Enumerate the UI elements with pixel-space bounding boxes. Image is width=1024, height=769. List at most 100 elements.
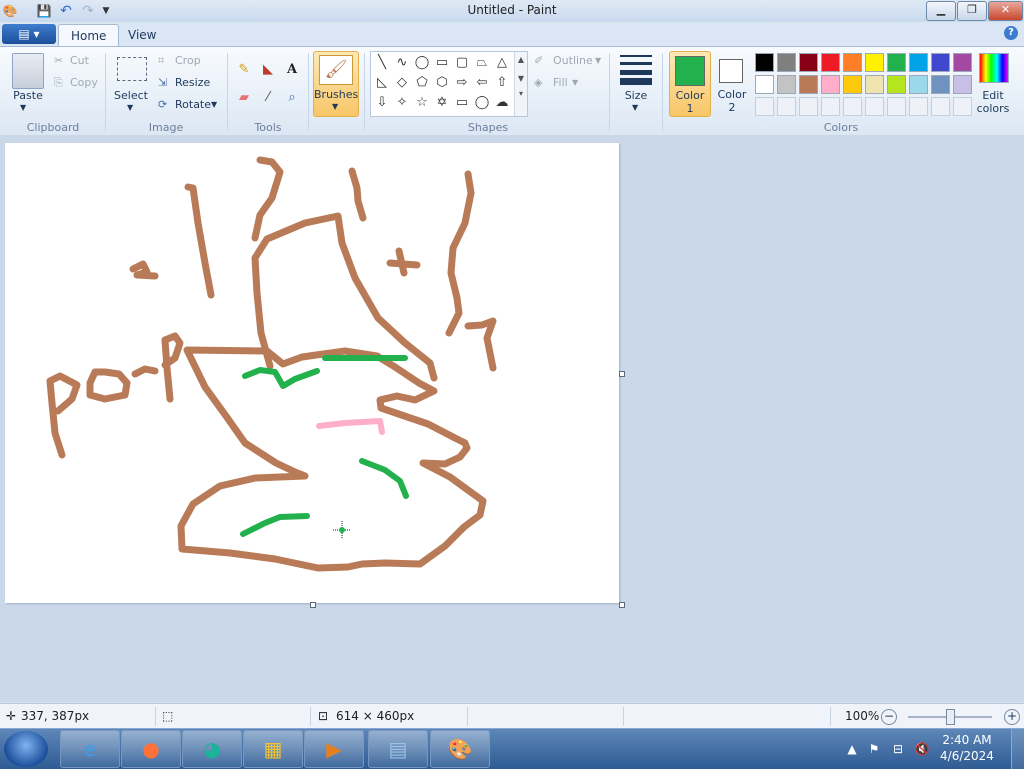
media-player-icon[interactable]: ▶ (304, 730, 364, 768)
copy-button[interactable]: Copy (70, 74, 98, 92)
palette-swatch[interactable] (799, 53, 818, 72)
palette-swatch[interactable] (821, 53, 840, 72)
palette-swatch[interactable] (931, 53, 950, 72)
size-button[interactable]: Size (618, 89, 654, 102)
four-point-star-shape-icon[interactable]: ✧ (393, 94, 411, 112)
up-arrow-shape-icon[interactable]: ⇧ (493, 74, 511, 92)
resize-button[interactable]: Resize (175, 74, 210, 92)
notepad-icon[interactable]: ▤ (368, 730, 428, 768)
palette-custom-slot[interactable] (953, 97, 972, 116)
magnifier-icon[interactable]: ⌕ (281, 87, 303, 109)
palette-custom-slot[interactable] (931, 97, 950, 116)
fill-bucket-icon[interactable]: ◣ (257, 59, 279, 81)
rounded-callout-shape-icon[interactable]: ▭ (453, 94, 471, 112)
palette-swatch[interactable] (953, 53, 972, 72)
right-arrow-shape-icon[interactable]: ⇨ (453, 74, 471, 92)
shapes-gallery[interactable]: ╲ ∿ ◯ ▭ ▢ ⏢ △ ◺ ◇ ⬠ ⬡ ⇨ ⇦ ⇧ ⇩ ✧ ☆ ✡ ▭ ◯ … (370, 51, 528, 117)
palette-swatch[interactable] (931, 75, 950, 94)
zoom-in-button[interactable]: + (1004, 709, 1020, 725)
left-arrow-shape-icon[interactable]: ⇦ (473, 74, 491, 92)
edit-colors-icon[interactable] (979, 53, 1009, 83)
crop-button[interactable]: Crop (175, 52, 201, 70)
cut-button[interactable]: Cut (70, 52, 89, 70)
five-point-star-shape-icon[interactable]: ☆ (413, 94, 431, 112)
pencil-icon[interactable]: ✎ (233, 59, 255, 81)
paste-button[interactable]: Paste (10, 89, 46, 102)
palette-swatch[interactable] (843, 75, 862, 94)
diamond-shape-icon[interactable]: ◇ (393, 74, 411, 92)
palette-swatch[interactable] (887, 75, 906, 94)
paste-icon[interactable] (12, 53, 44, 89)
palette-custom-slot[interactable] (887, 97, 906, 116)
cloud-callout-shape-icon[interactable]: ☁ (493, 94, 511, 112)
palette-swatch[interactable] (909, 75, 928, 94)
paint-menu-button[interactable]: ▤ ▾ (2, 24, 56, 44)
palette-swatch[interactable] (755, 53, 774, 72)
select-button[interactable]: Select (112, 89, 150, 102)
outline-dropdown-icon[interactable]: ▼ (595, 52, 601, 70)
line-shape-icon[interactable]: ╲ (373, 54, 391, 72)
internet-explorer-icon[interactable]: e (60, 730, 120, 768)
size-dropdown-icon[interactable]: ▼ (632, 103, 638, 112)
color-picker-icon[interactable]: ⁄ (257, 87, 279, 109)
palette-custom-slot[interactable] (909, 97, 928, 116)
palette-swatch[interactable] (843, 53, 862, 72)
palette-custom-slot[interactable] (865, 97, 884, 116)
zoom-out-button[interactable]: − (881, 709, 897, 725)
triangle-shape-icon[interactable]: △ (493, 54, 511, 72)
oval-callout-shape-icon[interactable]: ◯ (473, 94, 491, 112)
oval-shape-icon[interactable]: ◯ (413, 54, 431, 72)
help-icon[interactable]: ? (1004, 26, 1018, 40)
shapes-scrollbar[interactable]: ▲ ▼ ▾ (514, 52, 527, 116)
palette-custom-slot[interactable] (777, 97, 796, 116)
outline-button[interactable]: Outline (553, 52, 593, 70)
palette-swatch[interactable] (799, 75, 818, 94)
edit-colors-button[interactable]: Edit (974, 89, 1012, 102)
eraser-icon[interactable]: ▰ (233, 87, 255, 109)
show-hidden-icons[interactable]: ▲ (844, 741, 860, 757)
firefox-icon[interactable]: ● (121, 730, 181, 768)
start-button[interactable] (4, 731, 48, 767)
pentagon-shape-icon[interactable]: ⬠ (413, 74, 431, 92)
six-point-star-shape-icon[interactable]: ✡ (433, 94, 451, 112)
minimize-button[interactable]: ▁ (926, 1, 956, 21)
palette-swatch[interactable] (909, 53, 928, 72)
file-explorer-icon[interactable]: ▦ (243, 730, 303, 768)
rotate-button[interactable]: Rotate (175, 96, 211, 114)
rectangle-shape-icon[interactable]: ▭ (433, 54, 451, 72)
system-clock[interactable]: 2:40 AM 4/6/2024 (932, 732, 1002, 764)
action-center-flag-icon[interactable]: ⚑ (866, 741, 882, 757)
canvas-resize-handle-corner[interactable] (619, 602, 625, 608)
canvas-resize-handle-bottom[interactable] (310, 602, 316, 608)
palette-swatch[interactable] (777, 53, 796, 72)
curve-shape-icon[interactable]: ∿ (393, 54, 411, 72)
palette-swatch[interactable] (777, 75, 796, 94)
hexagon-shape-icon[interactable]: ⬡ (433, 74, 451, 92)
size-icon[interactable] (620, 55, 652, 85)
palette-custom-slot[interactable] (755, 97, 774, 116)
down-arrow-shape-icon[interactable]: ⇩ (373, 94, 391, 112)
palette-swatch[interactable] (887, 53, 906, 72)
color1-button[interactable]: Color 1 (669, 51, 711, 117)
rounded-rectangle-shape-icon[interactable]: ▢ (453, 54, 471, 72)
palette-swatch[interactable] (821, 75, 840, 94)
tab-home[interactable]: Home (58, 24, 120, 47)
fill-dropdown-icon[interactable]: ▼ (572, 74, 578, 92)
select-icon[interactable] (117, 57, 147, 81)
paste-dropdown-icon[interactable]: ▼ (20, 103, 26, 112)
rotate-dropdown-icon[interactable]: ▼ (211, 96, 217, 114)
brushes-button[interactable]: 🖌 Brushes ▼ (313, 51, 359, 117)
network-icon[interactable]: ⊟ (890, 741, 906, 757)
canvas-resize-handle-right[interactable] (619, 371, 625, 377)
zoom-slider-thumb[interactable] (946, 709, 955, 725)
palette-swatch[interactable] (755, 75, 774, 94)
color2-button[interactable]: Color 2 (713, 51, 751, 115)
fill-button[interactable]: Fill (553, 74, 568, 92)
edge-icon[interactable]: ◕ (182, 730, 242, 768)
palette-custom-slot[interactable] (821, 97, 840, 116)
tab-view[interactable]: View (116, 24, 168, 46)
palette-custom-slot[interactable] (843, 97, 862, 116)
select-dropdown-icon[interactable]: ▼ (127, 103, 133, 112)
drawing-canvas[interactable] (5, 143, 619, 603)
palette-swatch[interactable] (865, 53, 884, 72)
